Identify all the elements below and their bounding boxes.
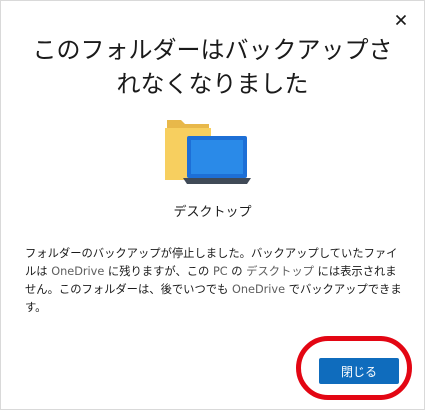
onedrive-term: OneDrive	[51, 265, 105, 278]
onedrive-term: OneDrive	[231, 283, 286, 296]
close-dialog-button[interactable]: 閉じる	[319, 358, 399, 384]
message-text: の	[227, 265, 247, 278]
dialog-message: フォルダーのバックアップが停止しました。バックアップしていたファイルは OneD…	[25, 245, 402, 317]
desktop-folder-icon	[165, 120, 251, 184]
desktop-term: デスクトップ	[246, 265, 314, 278]
close-icon	[395, 14, 407, 26]
close-button[interactable]	[390, 9, 412, 31]
pc-term: PC	[212, 265, 228, 278]
folder-name-label: デスクトップ	[173, 205, 252, 220]
dialog-title: このフォルダーはバックアップされなくなりました	[32, 36, 393, 98]
backup-stopped-dialog: このフォルダーはバックアップされなくなりました デスクトップ フォルダーのバック…	[0, 0, 425, 410]
message-text: に残りますが、この	[104, 265, 213, 278]
